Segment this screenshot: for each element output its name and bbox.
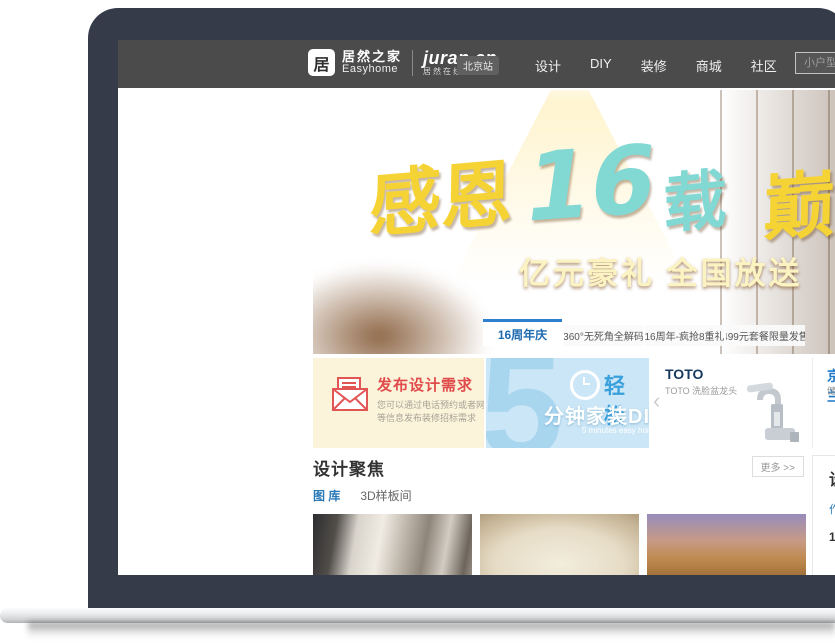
- design-request-line2: 等信息发布装修招标需求: [377, 411, 476, 424]
- site-header: 居 居然之家 Easyhome juran.cn 居然在线 北京站 设计 DIY: [118, 40, 835, 88]
- logo-cn-text: 居然之家: [342, 50, 402, 63]
- search-box: [795, 52, 835, 74]
- banner-tab-360[interactable]: 360°无死角全解码: [564, 325, 643, 346]
- gallery-thumbnail-house-exterior[interactable]: [647, 514, 806, 575]
- headline-part1: 感恩: [369, 157, 514, 242]
- banner-tab-gifts[interactable]: 16周年-疯抢8重礼: [645, 325, 724, 346]
- side-column-title: 设: [829, 466, 835, 490]
- main-nav: 设计 DIY 装修 商城 社区: [535, 56, 777, 75]
- banner-tab-anniversary[interactable]: 16周年庆: [483, 319, 562, 346]
- hero-banner[interactable]: 感恩 16 载 巅峰盛典 亿元豪礼 全国放送 16周年庆 360°无死角全解码 …: [313, 90, 835, 354]
- toto-brand: TOTO: [665, 366, 703, 382]
- banner-subtitle: 亿元豪礼 全国放送: [519, 248, 803, 293]
- stage: { "header": { "logo_icon": "居", "logo_cn…: [0, 0, 835, 643]
- logo-text-block: 居然之家 Easyhome: [342, 50, 402, 75]
- logo-divider: [412, 50, 413, 76]
- laptop-base: [0, 608, 835, 623]
- easyhome-logo-icon: 居: [308, 49, 335, 76]
- toto-card[interactable]: ‹ TOTO TOTO 洗脸盆龙头: [651, 358, 807, 448]
- laptop-bezel: 居 居然之家 Easyhome juran.cn 居然在线 北京站 设计 DIY: [88, 8, 835, 608]
- envelope-icon: [330, 375, 370, 413]
- laptop-shadow: [28, 622, 835, 638]
- design-request-title: 发布设计需求: [377, 374, 473, 395]
- jinglan-subtitle: 健康: [827, 384, 835, 397]
- jinglan-card[interactable]: 京兰 健康: [813, 358, 835, 448]
- clock-icon: [570, 370, 600, 400]
- nav-item-mall[interactable]: 商城: [696, 56, 722, 75]
- search-input[interactable]: [796, 53, 835, 73]
- side-column-rank-1: 1: [829, 530, 835, 544]
- design-request-line1: 您可以通过电话预约或者网页: [377, 398, 484, 411]
- more-button[interactable]: 更多 >>: [752, 456, 804, 477]
- diy-title: 分钟家装DIY: [544, 400, 649, 429]
- headline-part4: 巅峰盛典: [762, 153, 835, 245]
- diy-subtitle: 5 minutes easy home DIY: [582, 426, 649, 435]
- design-focus-header: 设计聚焦 更多 >>: [313, 455, 806, 481]
- laptop-screen: 居 居然之家 Easyhome juran.cn 居然在线 北京站 设计 DIY: [118, 40, 835, 575]
- tab-3d-rooms[interactable]: 3D样板间: [360, 487, 411, 504]
- gallery-thumbnail-hallway[interactable]: [480, 514, 639, 575]
- design-focus-section: 设计聚焦 更多 >> 图 库 3D样板间: [313, 455, 806, 575]
- faucet-image: [727, 382, 801, 444]
- tab-gallery[interactable]: 图 库: [313, 487, 340, 504]
- banner-tab-package[interactable]: 499元套餐限量发售: [726, 325, 805, 346]
- headline-part3: 载: [663, 167, 727, 238]
- nav-item-diy[interactable]: DIY: [590, 56, 612, 75]
- banner-tabs: 16周年庆 360°无死角全解码 16周年-疯抢8重礼 499元套餐限量发售: [483, 319, 807, 346]
- nav-item-community[interactable]: 社区: [751, 56, 777, 75]
- gallery-thumbnail-frames-wall[interactable]: [313, 514, 472, 575]
- promo-row: 发布设计需求 您可以通过电话预约或者网页 等信息发布装修招标需求 5 轻松 分钟…: [313, 358, 835, 448]
- design-request-card[interactable]: 发布设计需求 您可以通过电话预约或者网页 等信息发布装修招标需求: [313, 358, 484, 448]
- banner-headline: 感恩 16 载 巅峰盛典: [369, 146, 835, 240]
- nav-item-renovation[interactable]: 装修: [641, 56, 667, 75]
- side-column-card: 设 作品 1: [812, 455, 835, 575]
- design-focus-tabs: 图 库 3D样板间: [313, 487, 806, 504]
- headline-part2: 16: [518, 133, 662, 237]
- city-badge[interactable]: 北京站: [457, 56, 499, 75]
- diy-card[interactable]: 5 轻松 分钟家装DIY 5 minutes easy home DIY: [486, 358, 649, 448]
- logo-en-text: Easyhome: [342, 64, 402, 75]
- gallery-thumbnails: [313, 514, 806, 575]
- side-column-tab-works[interactable]: 作品: [829, 501, 835, 517]
- chevron-left-icon[interactable]: ‹: [653, 390, 660, 412]
- nav-item-design[interactable]: 设计: [535, 56, 561, 75]
- design-focus-title: 设计聚焦: [313, 460, 385, 479]
